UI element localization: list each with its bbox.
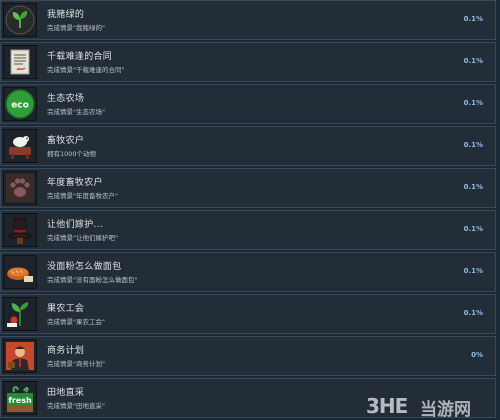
sprout-icon bbox=[3, 3, 37, 37]
animals-icon bbox=[3, 129, 37, 163]
achievement-title: 生态农场 bbox=[47, 94, 85, 104]
achievement-percent: 0.1% bbox=[463, 267, 483, 275]
achievement-title: 畜牧农户 bbox=[47, 136, 85, 146]
achievement-desc: 完成情景"我赌绿的" bbox=[47, 24, 105, 32]
achievement-row[interactable]: 让他们嫁护... 完成情景"让他们嫁护吧" 0.1% bbox=[0, 210, 496, 250]
achievement-title: 商务计划 bbox=[47, 346, 85, 356]
achievement-list: 我赌绿的 完成情景"我赌绿的" 0.1% 千载难逢的合同 完成情景"千载难逢的合… bbox=[0, 0, 500, 420]
achievement-title: 没面粉怎么做面包 bbox=[47, 262, 122, 272]
achievement-desc: 完成情景"没有面粉怎么做面包" bbox=[47, 276, 138, 284]
achievement-percent: 0.1% bbox=[463, 57, 483, 65]
achievement-title: 千载难逢的合同 bbox=[47, 52, 113, 62]
svg-text:fresh: fresh bbox=[8, 396, 32, 405]
bread-icon bbox=[3, 255, 37, 289]
achievement-row[interactable]: eco 生态农场 完成情景"生态农场" 0.1% bbox=[0, 84, 496, 124]
achievement-percent: 0% bbox=[471, 351, 483, 359]
watermark-logo: 3HE bbox=[366, 394, 408, 418]
achievement-row[interactable]: 千载难逢的合同 完成情景"千载难逢的合同" 0.1% bbox=[0, 42, 496, 82]
achievement-row[interactable]: 没面粉怎么做面包 完成情景"没有面粉怎么做面包" 0.1% bbox=[0, 252, 496, 292]
achievement-row[interactable]: 畜牧农户 拥有1000个动物 0.1% bbox=[0, 126, 496, 166]
achievement-desc: 完成情景"年度畜牧农户" bbox=[47, 192, 118, 200]
achievement-desc: 拥有1000个动物 bbox=[47, 150, 97, 158]
achievement-percent: 0.1% bbox=[463, 309, 483, 317]
achievement-percent: 0.1% bbox=[463, 183, 483, 191]
achievement-title: 果农工会 bbox=[47, 304, 85, 314]
achievement-desc: 完成情景"商务计划" bbox=[47, 360, 105, 368]
top-hat-icon bbox=[3, 213, 37, 247]
contract-icon bbox=[3, 45, 37, 79]
achievement-desc: 完成情景"果农工会" bbox=[47, 318, 105, 326]
eco-badge-icon: eco bbox=[3, 87, 37, 121]
businessman-icon bbox=[3, 339, 37, 373]
watermark-text: 当游网 bbox=[420, 400, 471, 420]
achievement-title: 我赌绿的 bbox=[47, 10, 85, 20]
achievement-title: 年度畜牧农户 bbox=[47, 178, 103, 188]
achievement-percent: 0.1% bbox=[463, 99, 483, 107]
achievement-percent: 0.1% bbox=[463, 225, 483, 233]
achievement-percent: 0.1% bbox=[463, 141, 483, 149]
achievement-title: 让他们嫁护... bbox=[47, 220, 103, 230]
achievement-row[interactable]: 我赌绿的 完成情景"我赌绿的" 0.1% bbox=[0, 0, 496, 40]
fruit-plant-icon bbox=[3, 297, 37, 331]
site-watermark: 3HE 当游网 bbox=[366, 392, 496, 420]
achievement-desc: 完成情景"田地直采" bbox=[47, 402, 105, 410]
svg-text:eco: eco bbox=[11, 101, 29, 111]
achievement-desc: 完成情景"让他们嫁护吧" bbox=[47, 234, 118, 242]
achievement-row[interactable]: 果农工会 完成情景"果农工会" 0.1% bbox=[0, 294, 496, 334]
achievement-desc: 完成情景"生态农场" bbox=[47, 108, 105, 116]
achievement-row[interactable]: 年度畜牧农户 完成情景"年度畜牧农户" 0.1% bbox=[0, 168, 496, 208]
fresh-crate-icon: fresh bbox=[3, 381, 37, 415]
achievement-row[interactable]: 商务计划 完成情景"商务计划" 0% bbox=[0, 336, 496, 376]
paw-icon bbox=[3, 171, 37, 205]
achievement-title: 田地直采 bbox=[47, 388, 85, 398]
achievement-percent: 0.1% bbox=[463, 15, 483, 23]
achievement-desc: 完成情景"千载难逢的合同" bbox=[47, 66, 125, 74]
